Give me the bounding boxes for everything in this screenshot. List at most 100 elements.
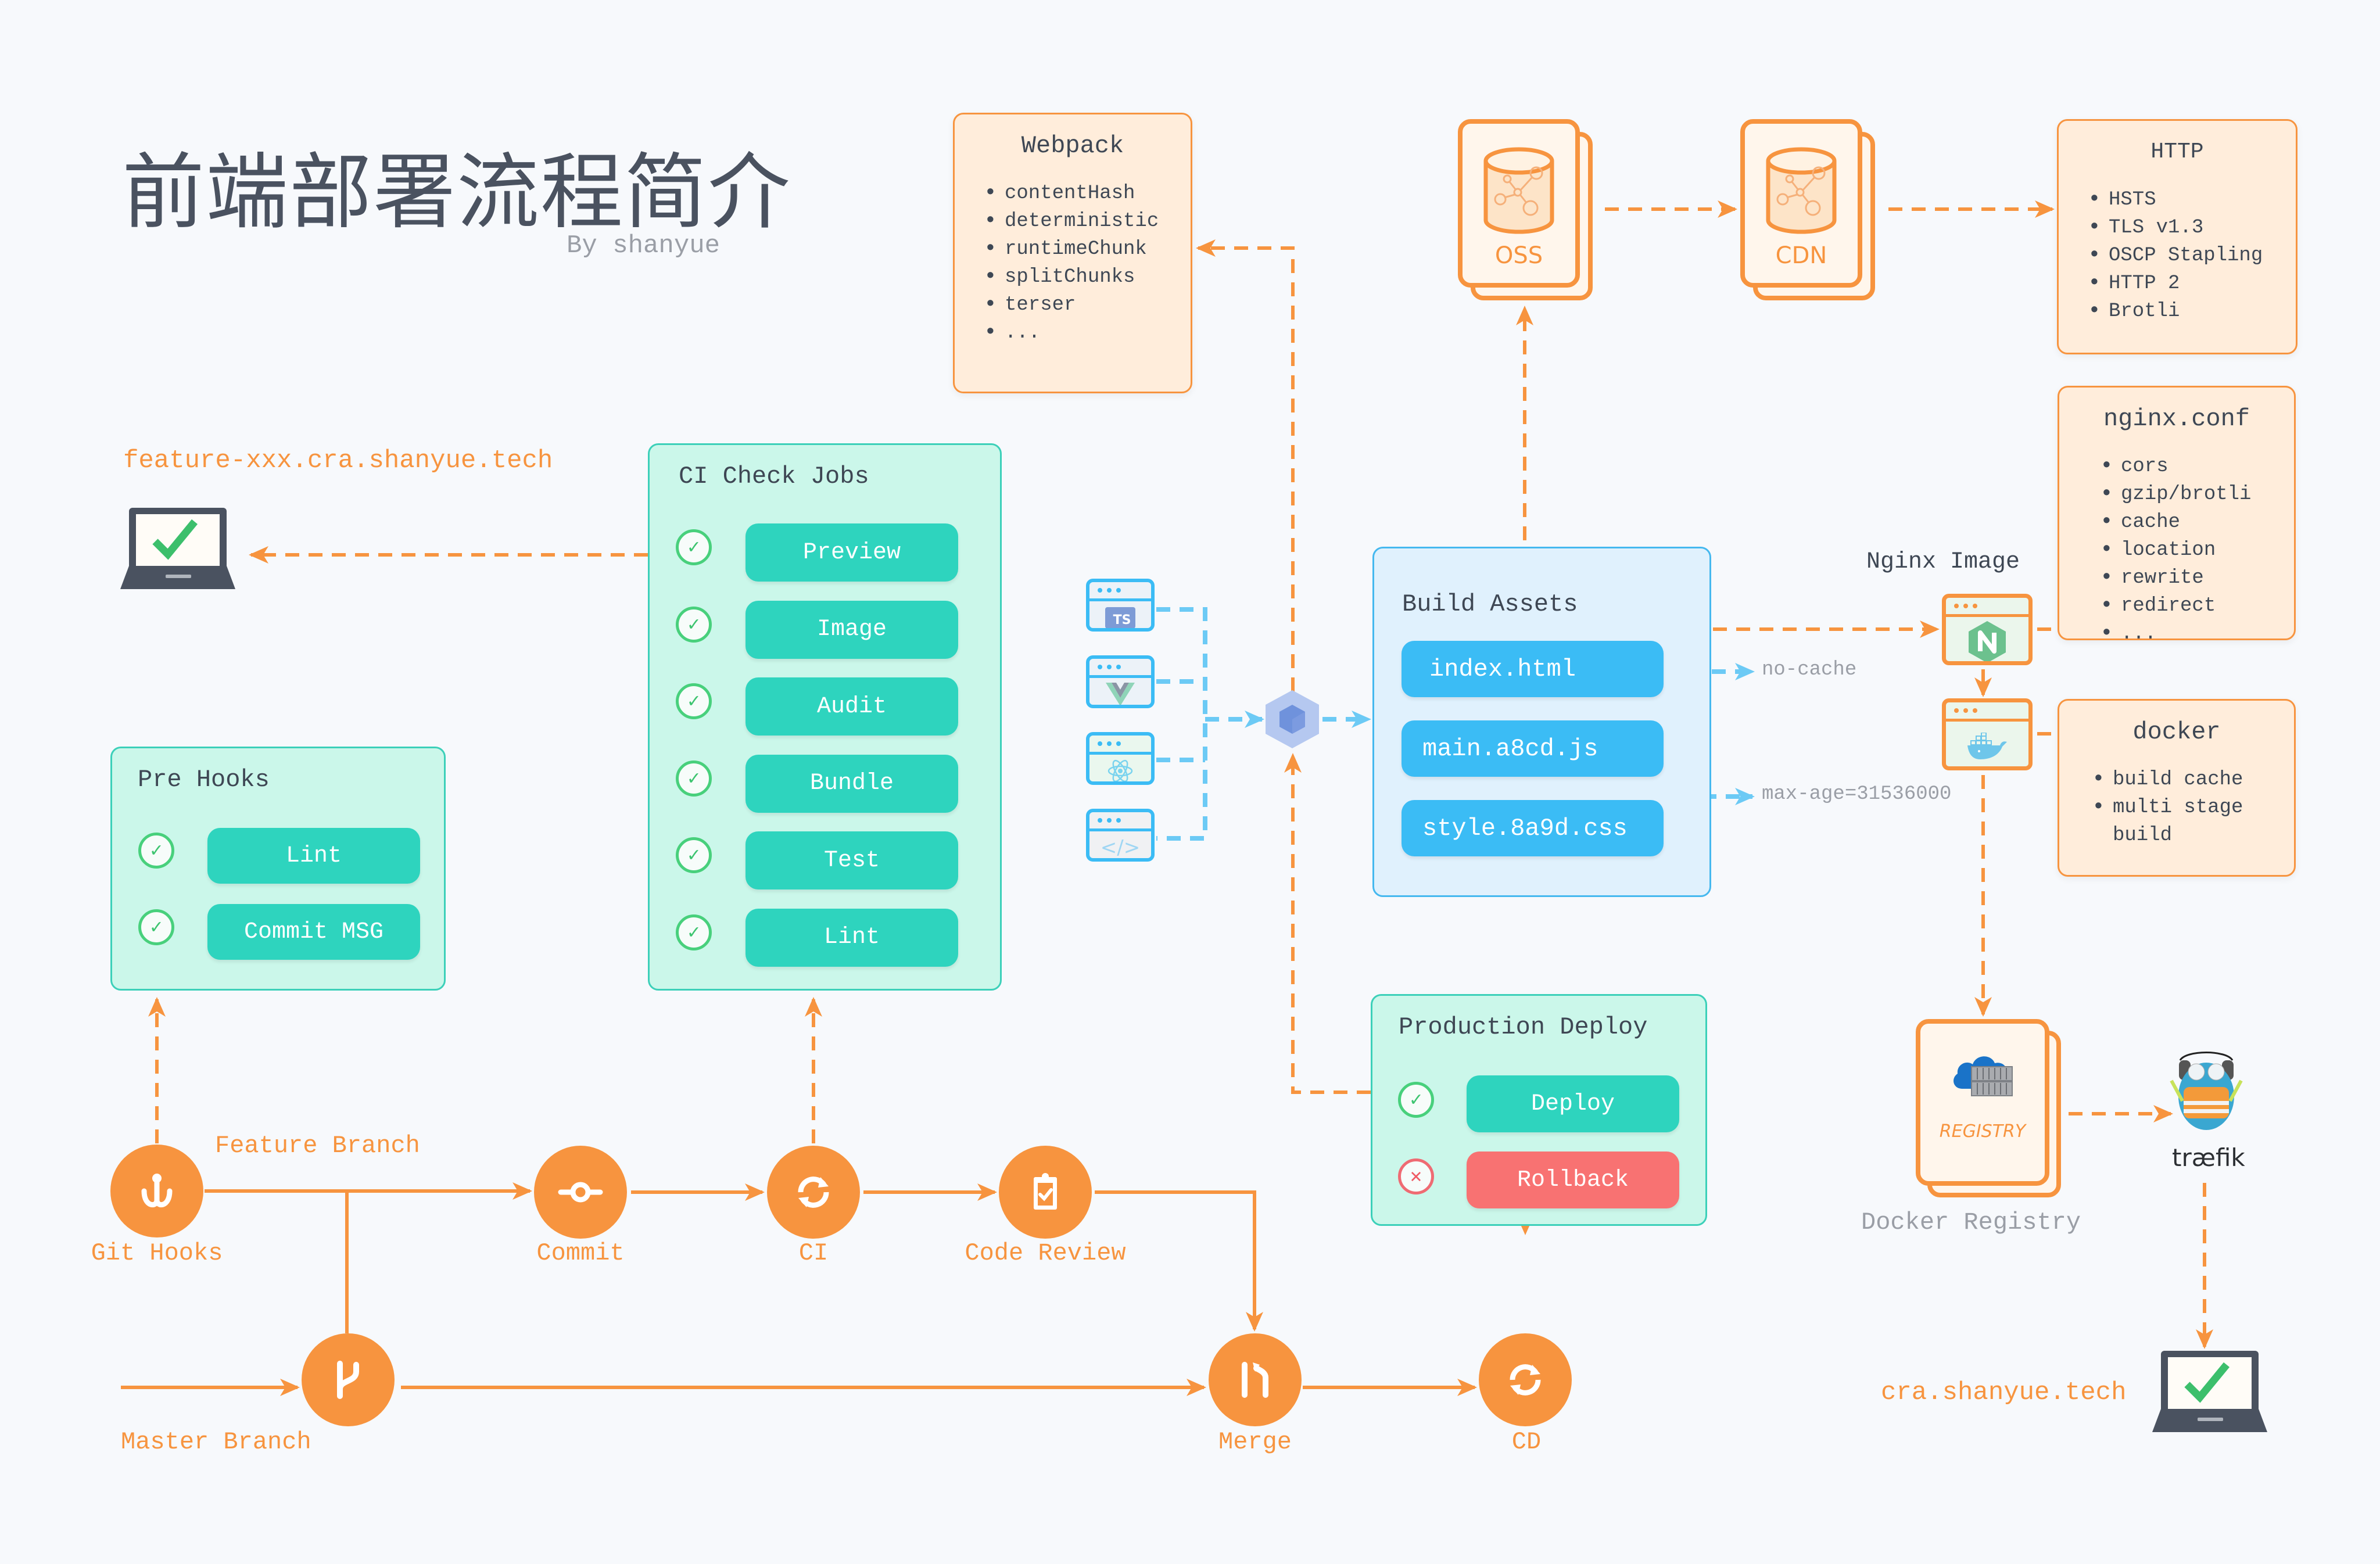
http-panel: HTTP HSTSTLS v1.3OSCP StaplingHTTP 2Brot… [2057, 119, 2297, 354]
http-feature: OSCP Stapling [2088, 242, 2263, 270]
nginx-conf-item: redirect [2100, 592, 2251, 620]
http-feature: Brotli [2088, 297, 2263, 325]
vue-source [1086, 655, 1155, 708]
git-merge-icon [1242, 1362, 1268, 1398]
check-icon: ✓ [138, 833, 174, 869]
ci-job-audit-button[interactable]: Audit [745, 677, 958, 736]
http-feature: HTTP 2 [2088, 270, 2263, 297]
laptop-check-icon [2152, 1351, 2267, 1432]
docker-features-list: build cachemulti stagebuild [2092, 766, 2243, 849]
prehook-commit-msg-button[interactable]: Commit MSG [207, 904, 420, 960]
check-icon: ✓ [676, 606, 712, 643]
commit-icon [558, 1182, 603, 1203]
build-assets-title: Build Assets [1402, 590, 1578, 618]
feature-branch-label: Feature Branch [215, 1132, 420, 1160]
check-icon: ✓ [676, 683, 712, 719]
ci-job-preview-button[interactable]: Preview [745, 523, 958, 582]
check-icon: ✓ [676, 760, 712, 797]
webpack-option: deterministic [984, 207, 1159, 235]
registry-cloud-icon [1954, 1056, 2013, 1096]
database-icon [1483, 147, 1554, 234]
pre-hooks-panel: Pre Hooks ✓ Lint ✓ Commit MSG [110, 747, 446, 991]
deploy-button[interactable]: Deploy [1467, 1075, 1679, 1132]
code-review-node[interactable] [999, 1146, 1092, 1239]
commit-node[interactable] [534, 1146, 627, 1239]
http-title: HTTP [2150, 139, 2204, 164]
database-icon [1766, 147, 1837, 234]
nginx-conf-list: corsgzip/brotlicachelocationrewriteredir… [2100, 453, 2251, 648]
react-icon [1107, 759, 1133, 781]
typescript-icon: TS [1105, 607, 1136, 628]
rollback-button[interactable]: Rollback [1467, 1152, 1679, 1208]
webpack-option: contentHash [984, 180, 1159, 207]
ci-check-jobs-panel: CI Check Jobs ✓ Preview ✓ Image ✓ Audit ✓ Bundl… [648, 443, 1002, 991]
html-source: </> [1086, 809, 1155, 862]
ci-job-bundle-button[interactable]: Bundle [745, 754, 958, 813]
http-feature: TLS v1.3 [2088, 214, 2263, 242]
merge-node[interactable] [1209, 1333, 1302, 1426]
nginx-conf-item: cors [2100, 453, 2251, 480]
git-branch-icon [337, 1361, 359, 1399]
webpack-title: Webpack [1021, 132, 1124, 160]
asset-style-css[interactable]: style.8a9d.css [1402, 800, 1664, 856]
webpack-option: runtimeChunk [984, 235, 1159, 263]
pre-hooks-title: Pre Hooks [138, 766, 270, 794]
react-source [1086, 732, 1155, 785]
ts-to-bus [1156, 607, 1207, 841]
ci-job-test-button[interactable]: Test [745, 831, 958, 889]
http-feature: HSTS [2088, 186, 2263, 214]
cdn-storage[interactable]: CDN [1740, 119, 1875, 300]
cdn-label: CDN [1775, 242, 1827, 269]
docker-registry[interactable]: REGISTRY [1916, 1019, 2061, 1197]
nginx-image-window[interactable] [1942, 594, 2033, 665]
deploy-to-bundler [1284, 753, 1371, 1094]
check-icon: ✓ [1398, 1082, 1434, 1118]
git-hooks-label: Git Hooks [91, 1239, 223, 1267]
nginx-icon [1969, 621, 2006, 661]
check-icon: ✓ [676, 529, 712, 565]
oss-storage[interactable]: OSS [1458, 119, 1593, 300]
code-icon: </> [1100, 836, 1141, 859]
docker-feature: build cache [2092, 766, 2243, 794]
docker-image-window[interactable] [1942, 698, 2033, 770]
nginx-conf-item: rewrite [2100, 564, 2251, 592]
docker-feature: build [2113, 824, 2173, 846]
vue-icon [1106, 683, 1135, 705]
typescript-source: TS [1086, 579, 1155, 632]
docker-title: docker [2132, 718, 2221, 746]
preview-url[interactable]: feature-xxx.cra.shanyue.tech [123, 446, 553, 475]
production-deploy-title: Production Deploy [1399, 1013, 1648, 1041]
prehook-lint-button[interactable]: Lint [207, 828, 420, 884]
production-url[interactable]: cra.shanyue.tech [1881, 1378, 2126, 1407]
clipboard-check-icon [1034, 1173, 1057, 1210]
ci-job-image-button[interactable]: Image [745, 600, 958, 659]
nginx-conf-item: location [2100, 536, 2251, 564]
webpack-panel: Webpack contentHashdeterministicruntimeC… [953, 113, 1192, 393]
git-hooks-node[interactable] [110, 1145, 203, 1237]
cd-label: CD [1511, 1428, 1542, 1456]
no-cache-label: no-cache [1762, 659, 1857, 681]
http-features-list: HSTSTLS v1.3OSCP StaplingHTTP 2Brotli [2088, 186, 2263, 325]
docker-feature: multi stage [2092, 794, 2243, 822]
merge-label: Merge [1218, 1428, 1292, 1456]
error-icon: ✕ [1398, 1158, 1434, 1194]
webpack-option: ... [984, 319, 1159, 347]
docker-icon [1967, 733, 2007, 759]
asset-main-js[interactable]: main.a8cd.js [1402, 720, 1664, 777]
ci-node[interactable] [767, 1146, 860, 1239]
nginx-conf-item: gzip/brotli [2100, 480, 2251, 508]
nginx-conf-item: cache [2100, 508, 2251, 536]
commit-label: Commit [536, 1239, 625, 1267]
docker-registry-caption: Docker Registry [1861, 1208, 2081, 1236]
branch-node[interactable] [302, 1333, 395, 1426]
asset-index-html[interactable]: index.html [1402, 641, 1664, 697]
ci-label: CI [798, 1239, 829, 1267]
page-title: 前端部署流程简介 [122, 145, 791, 241]
webpack-option: terser [984, 291, 1159, 319]
oss-label: OSS [1494, 242, 1543, 269]
ci-job-lint-button[interactable]: Lint [745, 908, 958, 967]
ci-check-jobs-title: CI Check Jobs [679, 462, 869, 490]
docker-panel: docker build cachemulti stagebuild [2058, 699, 2296, 877]
cd-node[interactable] [1479, 1333, 1572, 1426]
traefik-label: træfik [2172, 1143, 2245, 1172]
